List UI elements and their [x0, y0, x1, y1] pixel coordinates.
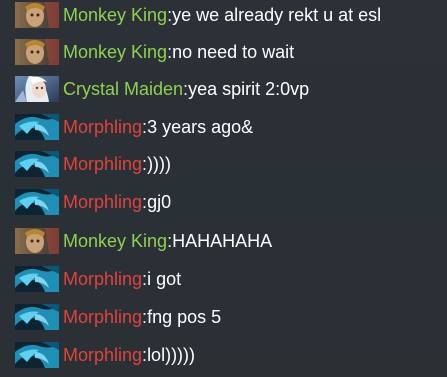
sender-name[interactable]: Monkey King	[63, 42, 167, 63]
message-text: no need to wait	[172, 41, 295, 62]
chat-message: Crystal Maiden: yea spirit 2:0vp	[15, 74, 309, 104]
chat-message: Monkey King: ye we already rekt u at esl	[15, 0, 381, 30]
morphling-portrait-icon	[15, 114, 59, 140]
monkey-king-portrait-icon	[15, 39, 59, 65]
sender-name[interactable]: Monkey King	[63, 231, 167, 252]
chat-message: Morphling: gj0	[15, 187, 171, 217]
morphling-portrait-icon	[15, 342, 59, 368]
message-text: fng pos 5	[147, 306, 222, 327]
morphling-portrait-icon	[15, 266, 59, 292]
chat-message: Monkey King: HAHAHAHA	[15, 226, 272, 256]
monkey-king-portrait-icon	[15, 2, 59, 28]
message-text: ye we already rekt u at esl	[172, 4, 382, 25]
sender-name[interactable]: Morphling	[63, 307, 142, 328]
sender-name[interactable]: Morphling	[63, 345, 142, 366]
sender-name[interactable]: Morphling	[63, 117, 142, 138]
chat-message: Morphling: fng pos 5	[15, 302, 221, 332]
message-text: ))))	[147, 153, 172, 174]
message-text: HAHAHAHA	[172, 230, 273, 251]
sender-name[interactable]: Monkey King	[63, 5, 167, 26]
chat-message: Monkey King: no need to wait	[15, 37, 294, 67]
monkey-king-portrait-icon	[15, 228, 59, 254]
message-text: lol)))))	[147, 344, 196, 365]
sender-name[interactable]: Morphling	[63, 192, 142, 213]
crystal-maiden-portrait-icon	[15, 76, 59, 102]
chat-message: Morphling: lol)))))	[15, 340, 195, 370]
sender-name[interactable]: Morphling	[63, 154, 142, 175]
morphling-portrait-icon	[15, 151, 59, 177]
message-text: 3 years ago&	[147, 116, 254, 137]
chat-message: Morphling: ))))	[15, 149, 171, 179]
chat-message: Morphling: 3 years ago&	[15, 112, 253, 142]
morphling-portrait-icon	[15, 189, 59, 215]
sender-name[interactable]: Crystal Maiden	[63, 79, 183, 100]
message-text: yea spirit 2:0vp	[188, 78, 310, 99]
message-text: i got	[147, 268, 182, 289]
morphling-portrait-icon	[15, 304, 59, 330]
chat-message: Morphling: i got	[15, 264, 181, 294]
chat-log: Monkey King: ye we already rekt u at esl…	[0, 0, 447, 377]
sender-name[interactable]: Morphling	[63, 269, 142, 290]
message-text: gj0	[147, 191, 172, 212]
